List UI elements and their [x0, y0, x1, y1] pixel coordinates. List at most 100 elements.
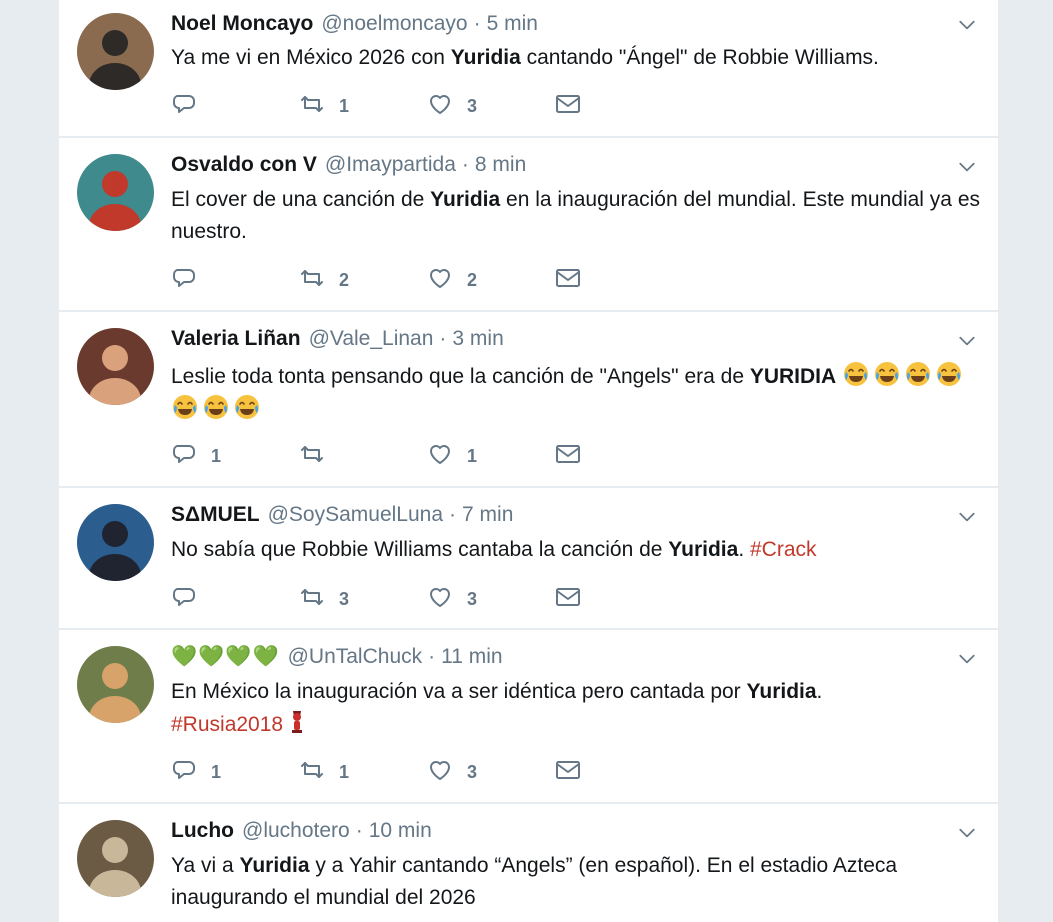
reply-button[interactable]	[171, 91, 211, 121]
separator-dot: ·	[439, 327, 447, 350]
timestamp[interactable]: 10 min	[369, 819, 432, 842]
highlighted-term: Yuridia	[746, 680, 817, 703]
mail-button[interactable]	[555, 757, 581, 787]
user-name[interactable]: Noel Moncayo	[171, 12, 313, 35]
user-handle[interactable]: @SoySamuelLuna	[268, 503, 443, 526]
mail-icon	[555, 265, 581, 296]
tweet[interactable]: Lucho @luchotero · 10 min Ya vi a Yuridia y …	[59, 804, 998, 922]
text-span: Leslie toda tonta pensando que la canció…	[171, 365, 750, 388]
tweet-actions: 33	[171, 584, 611, 614]
retweet-icon	[299, 757, 325, 788]
heart-button[interactable]: 2	[427, 265, 477, 295]
text-span: En México la inauguración va a ser idént…	[171, 680, 747, 703]
user-handle[interactable]: @luchotero	[242, 819, 350, 842]
joy-emoji	[235, 395, 259, 419]
retweet-button[interactable]: 1	[299, 91, 349, 121]
tweet-actions: 13	[171, 91, 611, 121]
heart-button[interactable]: 3	[427, 584, 477, 614]
tweet-header: SΔMUEL @SoySamuelLuna · 7 min	[171, 503, 513, 527]
like-count: 2	[467, 269, 478, 290]
avatar[interactable]	[77, 820, 154, 897]
tweet[interactable]: SΔMUEL @SoySamuelLuna · 7 min No sabía que R…	[59, 488, 998, 630]
like-count: 1	[467, 445, 478, 466]
avatar[interactable]	[77, 13, 154, 90]
chevron-down-icon[interactable]	[956, 822, 978, 844]
reply-button[interactable]: 1	[171, 757, 221, 787]
joy-emoji	[204, 395, 228, 419]
text-span: .	[738, 538, 750, 561]
user-handle[interactable]: @Vale_Linan	[309, 327, 434, 350]
text-span: cantando "Ángel" de Robbie Williams.	[520, 46, 879, 69]
avatar[interactable]	[77, 646, 154, 723]
reply-button[interactable]	[171, 265, 211, 295]
tweet-text: No sabía que Robbie Williams cantaba la …	[171, 534, 981, 566]
tweet-header: Lucho @luchotero · 10 min	[171, 819, 432, 843]
retweet-button[interactable]: 2	[299, 265, 349, 295]
highlighted-term: Yuridia	[450, 46, 521, 69]
highlighted-term: YURIDIA	[749, 365, 837, 388]
reply-icon	[171, 757, 197, 788]
hashtag-link[interactable]: #Rusia2018	[171, 713, 283, 736]
chevron-down-icon[interactable]	[956, 648, 978, 670]
user-name[interactable]: Valeria Liñan	[171, 327, 301, 350]
avatar[interactable]	[77, 328, 154, 405]
mail-button[interactable]	[555, 441, 581, 471]
heart-button[interactable]: 3	[427, 91, 477, 121]
mail-button[interactable]	[555, 584, 581, 614]
timestamp[interactable]: 7 min	[462, 503, 513, 526]
hashtag-link[interactable]: #Crack	[750, 538, 817, 561]
retweet-button[interactable]: 3	[299, 584, 349, 614]
retweet-icon	[299, 584, 325, 615]
chevron-down-icon[interactable]	[956, 156, 978, 178]
retweet-icon	[299, 91, 325, 122]
retweet-icon	[299, 441, 325, 472]
separator-dot: ·	[449, 503, 457, 526]
retweet-count: 3	[339, 588, 350, 609]
avatar[interactable]	[77, 504, 154, 581]
user-name[interactable]: Lucho	[171, 819, 234, 842]
heart-button[interactable]: 1	[427, 441, 477, 471]
chevron-down-icon[interactable]	[956, 14, 978, 36]
user-handle[interactable]: @noelmoncayo	[321, 12, 467, 35]
timestamp[interactable]: 8 min	[475, 153, 526, 176]
reply-button[interactable]: 1	[171, 441, 221, 471]
reply-button[interactable]	[171, 584, 211, 614]
timestamp[interactable]: 5 min	[487, 12, 538, 35]
separator-dot: ·	[461, 153, 469, 176]
tweet[interactable]: Noel Moncayo @noelmoncayo · 5 min Ya me vi e…	[59, 0, 998, 138]
retweet-button[interactable]	[299, 441, 339, 471]
tweet[interactable]: Osvaldo con V @Imaypartida · 8 min El cover …	[59, 138, 998, 312]
tweet-actions: 22	[171, 265, 611, 295]
timestamp[interactable]: 3 min	[452, 327, 503, 350]
mail-icon	[555, 584, 581, 615]
tweet-text: Leslie toda tonta pensando que la canció…	[171, 360, 981, 426]
tweet-actions: 11	[171, 441, 611, 471]
text-span: No sabía que Robbie Williams cantaba la …	[171, 538, 669, 561]
highlighted-term: Yuridia	[668, 538, 739, 561]
tweet[interactable]: Valeria Liñan @Vale_Linan · 3 min Leslie tod…	[59, 312, 998, 488]
user-name[interactable]: SΔMUEL	[171, 503, 260, 526]
like-count: 3	[467, 588, 478, 609]
like-count: 3	[467, 95, 478, 116]
tweet[interactable]: 💚💚💚💚 @UnTalChuck · 11 min En México la inaug…	[59, 630, 998, 804]
tweet-header: Valeria Liñan @Vale_Linan · 3 min	[171, 327, 504, 351]
separator-dot: ·	[355, 819, 363, 842]
mail-button[interactable]	[555, 265, 581, 295]
user-handle[interactable]: @UnTalChuck	[288, 645, 423, 668]
avatar[interactable]	[77, 154, 154, 231]
chevron-down-icon[interactable]	[956, 506, 978, 528]
user-handle[interactable]: @Imaypartida	[325, 153, 456, 176]
user-name[interactable]: 💚💚💚💚	[171, 645, 280, 668]
user-name[interactable]: Osvaldo con V	[171, 153, 317, 176]
mail-button[interactable]	[555, 91, 581, 121]
heart-icon	[427, 91, 453, 122]
chevron-down-icon[interactable]	[956, 330, 978, 352]
retweet-button[interactable]: 1	[299, 757, 349, 787]
heart-button[interactable]: 3	[427, 757, 477, 787]
highlighted-term: Yuridia	[239, 854, 310, 877]
retweet-count: 1	[339, 95, 350, 116]
timestamp[interactable]: 11 min	[441, 645, 502, 668]
joy-emoji	[906, 362, 931, 386]
text-span: .	[816, 680, 823, 703]
text-span: El cover de una canción de	[171, 188, 431, 211]
